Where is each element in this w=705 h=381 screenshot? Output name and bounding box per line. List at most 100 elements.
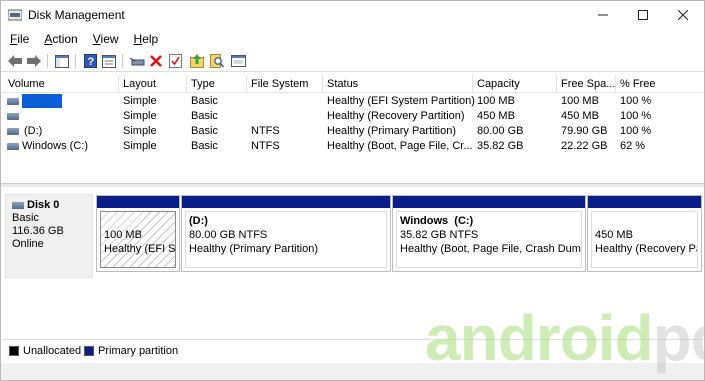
- disk-management-app-icon: [8, 9, 22, 21]
- column-header-volume[interactable]: Volume: [8, 78, 45, 90]
- menu-action-label: ction: [52, 32, 78, 46]
- volume-icon: [7, 128, 19, 135]
- show-hide-tree-button[interactable]: [54, 53, 70, 69]
- column-header-status[interactable]: Status: [327, 78, 358, 90]
- delete-button[interactable]: [148, 53, 164, 69]
- cell-free-space: 450 MB: [561, 110, 599, 122]
- cell-status: Healthy (EFI System Partition): [327, 95, 475, 107]
- cell-status: Healthy (Primary Partition): [327, 125, 456, 137]
- cell-layout: Simple: [123, 95, 157, 107]
- close-button[interactable]: [663, 1, 703, 29]
- volume-icon: [7, 113, 19, 120]
- volume-icon: [7, 98, 19, 105]
- table-row[interactable]: (D:) Simple Basic NTFS Healthy (Primary …: [2, 124, 703, 139]
- disk-management-window: Disk Management File Action View Help ?: [0, 0, 705, 381]
- watermark-text-a: android: [425, 302, 654, 374]
- cell-capacity: 450 MB: [477, 110, 515, 122]
- column-header-type[interactable]: Type: [191, 78, 215, 90]
- menu-view[interactable]: View: [84, 29, 125, 49]
- cell-layout: Simple: [123, 125, 157, 137]
- connect-icon: [129, 57, 144, 65]
- help-button[interactable]: ?: [82, 53, 98, 69]
- cell-percent-free: 100 %: [620, 95, 652, 107]
- connect-button[interactable]: [129, 53, 145, 69]
- disk-name: Disk 0: [27, 199, 60, 211]
- column-header-capacity[interactable]: Capacity: [477, 78, 520, 90]
- partition-d[interactable]: (D:) 80.00 GB NTFS Healthy (Primary Part…: [181, 195, 391, 272]
- cell-status: Healthy (Boot, Page File, Cr...: [327, 140, 473, 152]
- menu-view-accel: V: [92, 32, 101, 46]
- partition-recovery[interactable]: 450 MB Healthy (Recovery Par: [587, 195, 702, 272]
- cell-capacity: 100 MB: [477, 95, 515, 107]
- partition-name: [104, 214, 172, 228]
- cell-type: Basic: [191, 140, 218, 152]
- column-divider[interactable]: [246, 75, 247, 93]
- watermark-text-b: pc: [652, 302, 705, 374]
- export-button[interactable]: [189, 53, 205, 69]
- cell-file-system: NTFS: [251, 140, 280, 152]
- back-button[interactable]: [7, 53, 23, 69]
- cell-status: Healthy (Recovery Partition): [327, 110, 465, 122]
- disk-state: Online: [12, 238, 44, 250]
- search-icon: [210, 54, 224, 68]
- forward-button[interactable]: [26, 53, 42, 69]
- partition-size: 100 MB: [104, 229, 142, 241]
- maximize-button[interactable]: [623, 1, 663, 29]
- partition-type-bar: [182, 196, 390, 208]
- partition-body: (D:) 80.00 GB NTFS Healthy (Primary Part…: [185, 211, 387, 268]
- column-divider[interactable]: [615, 75, 616, 93]
- volume-list-header: Volume Layout Type File System Status Ca…: [2, 75, 703, 93]
- cell-type: Basic: [191, 95, 218, 107]
- menu-action[interactable]: Action: [35, 29, 83, 49]
- column-header-free-space[interactable]: Free Spa...: [561, 78, 615, 90]
- partition-body: 100 MB Healthy (EFI Sys: [100, 211, 176, 268]
- menu-file[interactable]: File: [1, 29, 35, 49]
- table-row[interactable]: Simple Basic Healthy (Recovery Partition…: [2, 109, 703, 124]
- column-divider[interactable]: [472, 75, 473, 93]
- partition-type-bar: [588, 196, 701, 208]
- menu-help[interactable]: Help: [125, 29, 165, 49]
- partition-c[interactable]: Windows (C:) 35.82 GB NTFS Healthy (Boot…: [392, 195, 586, 272]
- minimize-icon: [598, 14, 608, 16]
- cell-capacity: 80.00 GB: [477, 125, 524, 137]
- help-icon: ?: [83, 54, 97, 68]
- column-divider[interactable]: [322, 75, 323, 93]
- disk-0-label[interactable]: Disk 0 Basic 116.36 GB Online: [5, 194, 93, 278]
- partition-name: Windows (C:): [400, 215, 474, 227]
- column-divider[interactable]: [186, 75, 187, 93]
- partition-status: Healthy (Recovery Par: [595, 243, 698, 255]
- column-header-file-system[interactable]: File System: [251, 78, 308, 90]
- properties-button[interactable]: [101, 53, 117, 69]
- column-header-percent-free[interactable]: % Free: [620, 78, 655, 90]
- table-row[interactable]: Simple Basic Healthy (EFI System Partiti…: [2, 94, 703, 109]
- console-button[interactable]: [230, 53, 246, 69]
- selected-volume-name-highlight: [22, 94, 62, 108]
- check-button[interactable]: [167, 53, 183, 69]
- column-divider[interactable]: [118, 75, 119, 93]
- legend-label: Primary partition: [98, 345, 179, 357]
- cell-layout: Simple: [123, 140, 157, 152]
- volume-list: Volume Layout Type File System Status Ca…: [2, 75, 703, 181]
- cell-free-space: 79.90 GB: [561, 125, 608, 137]
- column-header-layout[interactable]: Layout: [123, 78, 156, 90]
- show-hide-console-tree-icon: [55, 54, 69, 68]
- minimize-button[interactable]: [583, 1, 623, 29]
- partition-size: 35.82 GB NTFS: [400, 229, 479, 241]
- export-icon: [190, 54, 204, 68]
- title-bar: Disk Management: [1, 1, 704, 29]
- check-icon: [168, 54, 182, 68]
- console-icon: [230, 55, 246, 67]
- table-row[interactable]: Windows (C:) Simple Basic NTFS Healthy (…: [2, 139, 703, 154]
- menu-view-label: iew: [100, 32, 119, 46]
- partition-efi[interactable]: 100 MB Healthy (EFI Sys: [96, 195, 180, 272]
- cell-type: Basic: [191, 110, 218, 122]
- menu-help-label: elp: [142, 32, 159, 46]
- forward-arrow-icon: [27, 55, 41, 67]
- menu-file-label: ile: [17, 32, 30, 46]
- cell-percent-free: 100 %: [620, 110, 652, 122]
- search-button[interactable]: [209, 53, 225, 69]
- legend-primary-partition: Primary partition: [84, 345, 178, 357]
- properties-icon: [102, 54, 116, 68]
- column-divider[interactable]: [556, 75, 557, 93]
- disk-size: 116.36 GB: [12, 225, 64, 237]
